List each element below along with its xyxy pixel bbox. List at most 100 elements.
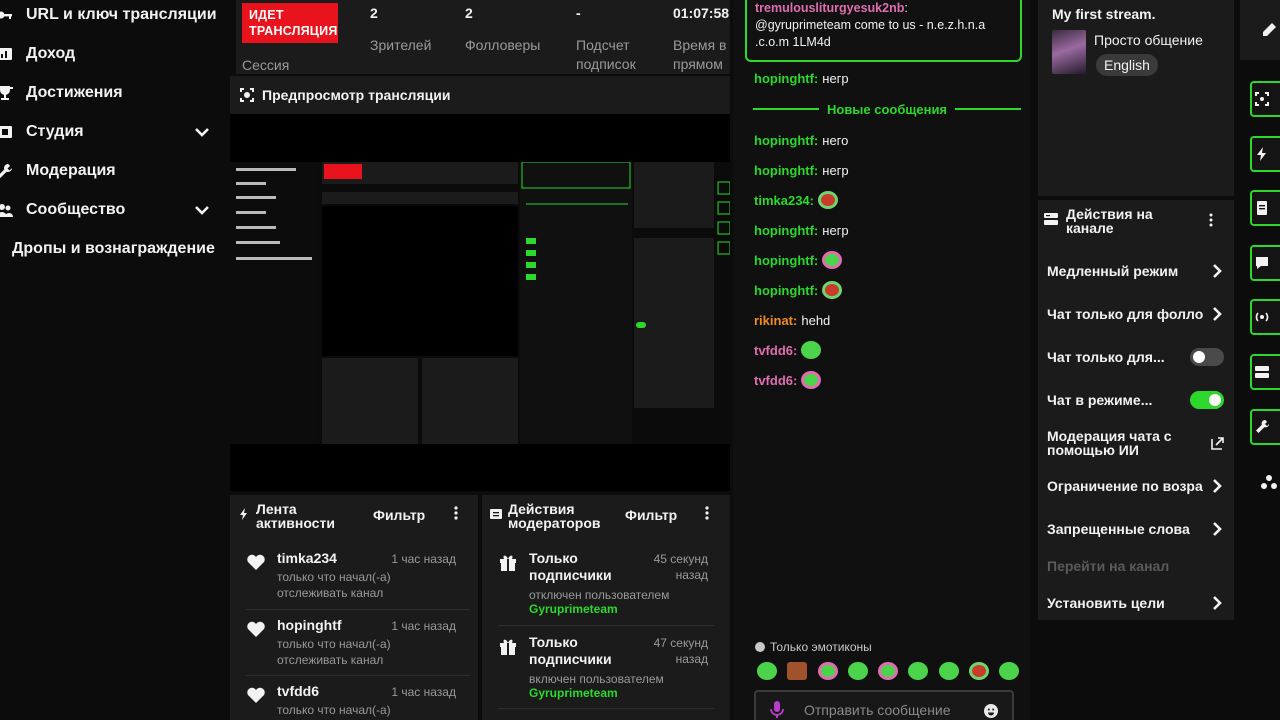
chat-username[interactable]: tvfdd6: bbox=[754, 373, 797, 388]
activity-time: 1 час назад bbox=[391, 685, 456, 699]
chat-input[interactable]: Отправить сообщение bbox=[754, 690, 1014, 720]
chat-text: него bbox=[822, 132, 849, 148]
chat-username[interactable]: hopinghtf: bbox=[754, 283, 818, 298]
emote-red bbox=[818, 191, 838, 209]
sidebar-item-revenue[interactable]: Доход bbox=[0, 39, 222, 69]
divider bbox=[246, 609, 470, 610]
quick-chat-button[interactable] bbox=[1250, 245, 1280, 281]
chat-username[interactable]: hopinghtf: bbox=[754, 133, 818, 148]
new-messages-divider: Новые сообщения bbox=[753, 101, 1022, 117]
age-restriction-row[interactable]: Ограничение по возрасту bbox=[1047, 479, 1203, 494]
community-icon[interactable] bbox=[1258, 464, 1280, 500]
language-tag: English bbox=[1096, 54, 1158, 76]
quick-channel-actions-button[interactable] bbox=[1250, 354, 1280, 390]
emote-mode-toggle[interactable] bbox=[1190, 391, 1224, 409]
activity-item[interactable]: hopinghtf 1 час назад только что начал(-… bbox=[238, 617, 470, 667]
mod-action-item[interactable]: Только подписчики 47 секунд назад включе… bbox=[490, 634, 722, 704]
chat-message: tvfdd6: bbox=[754, 339, 822, 361]
more-vertical-icon[interactable] bbox=[449, 504, 463, 522]
chat-username[interactable]: hopinghtf: bbox=[754, 253, 818, 268]
pinned-message[interactable]: tremulousliturgyesuk2nb: @gyruprimeteam … bbox=[745, 0, 1022, 62]
emote-button[interactable] bbox=[787, 662, 808, 680]
wrench-icon bbox=[1256, 420, 1269, 433]
sidebar-item-moderation[interactable]: Модерация bbox=[0, 156, 222, 186]
studio-icon bbox=[0, 121, 16, 143]
chart-bar-icon bbox=[0, 43, 16, 65]
more-vertical-icon[interactable] bbox=[1206, 212, 1216, 228]
sidebar-item-label: Доход bbox=[26, 45, 76, 62]
emote-button[interactable] bbox=[878, 662, 898, 680]
emote-button[interactable] bbox=[908, 662, 929, 680]
heart-icon bbox=[246, 685, 266, 705]
activity-item[interactable]: tvfdd6 1 час назад только что начал(-а) bbox=[238, 683, 470, 720]
quick-preview-button[interactable] bbox=[1250, 81, 1280, 117]
stream-preview: Предпросмотр трансляции bbox=[230, 76, 730, 491]
mod-actions-filter-button[interactable]: Фильтр bbox=[625, 507, 677, 523]
activity-item[interactable]: timka234 1 час назад только что начал(-а… bbox=[238, 550, 470, 600]
mod-action-name: Только подписчики bbox=[529, 634, 612, 667]
emote-button[interactable] bbox=[999, 662, 1019, 680]
stream-info-panel[interactable]: My first stream. Просто общение English bbox=[1038, 0, 1234, 196]
chevron-right-icon[interactable] bbox=[1210, 521, 1224, 537]
chevron-right-icon[interactable] bbox=[1210, 263, 1224, 279]
emote-button[interactable] bbox=[817, 662, 838, 680]
sidebar-item-achievements[interactable]: Достижения bbox=[0, 78, 222, 108]
live-badge: ИДЕТ ТРАНСЛЯЦИЯ bbox=[242, 3, 338, 43]
more-vertical-icon[interactable] bbox=[700, 504, 714, 522]
followers-only-row[interactable]: Чат только для фолловеров bbox=[1047, 307, 1203, 322]
sidebar-item-studio[interactable]: Студия bbox=[0, 117, 222, 147]
ai-moderation-row[interactable]: Модерация чата с помощью ИИ bbox=[1047, 429, 1187, 457]
sidebar-item-drops[interactable]: Дропы и вознаграждение bbox=[12, 234, 234, 264]
chevron-right-icon[interactable] bbox=[1210, 306, 1224, 322]
activity-feed-panel: Лента активности Фильтр timka234 1 час н… bbox=[230, 495, 478, 720]
chat-panel: tremulousliturgyesuk2nb: @gyruprimeteam … bbox=[733, 0, 1030, 720]
sidebar-item-label: Дропы и вознаграждение bbox=[12, 240, 215, 257]
quick-moderation-button[interactable] bbox=[1250, 409, 1280, 445]
chat-username[interactable]: hopinghtf: bbox=[754, 223, 818, 238]
sidebar-item-community[interactable]: Сообщество bbox=[0, 195, 222, 225]
chat-username[interactable]: hopinghtf: bbox=[754, 163, 818, 178]
chat-message: rikinat: hehd bbox=[754, 309, 830, 331]
emote-green bbox=[801, 341, 822, 359]
subscribers-only-toggle[interactable] bbox=[1190, 348, 1224, 366]
preview-video[interactable] bbox=[230, 162, 730, 444]
quick-notes-button[interactable] bbox=[1250, 190, 1280, 226]
preview-header: Предпросмотр трансляции bbox=[230, 76, 730, 114]
go-to-channel-row: Перейти на канал bbox=[1047, 559, 1170, 574]
banned-words-row[interactable]: Запрещенные слова bbox=[1047, 522, 1227, 537]
chevron-right-icon[interactable] bbox=[1210, 478, 1224, 494]
chat-bubble-icon bbox=[1256, 257, 1268, 269]
chat-message: timka234: bbox=[754, 189, 838, 211]
emote-button[interactable] bbox=[757, 662, 777, 680]
chevron-down-icon[interactable] bbox=[194, 202, 210, 218]
sidebar: URL и ключ трансляции Доход Достижения С… bbox=[0, 0, 228, 720]
microphone-icon[interactable] bbox=[770, 701, 784, 719]
chevron-right-icon[interactable] bbox=[1210, 595, 1224, 611]
mod-action-desc: отключен пользователем bbox=[529, 588, 670, 602]
external-link-icon[interactable] bbox=[1210, 435, 1224, 451]
emoji-icon[interactable] bbox=[984, 704, 998, 718]
chevron-down-icon[interactable] bbox=[194, 124, 210, 140]
mod-action-item[interactable]: Только подписчики 45 секунд назад отключ… bbox=[490, 550, 722, 620]
quick-activity-button[interactable] bbox=[1250, 136, 1280, 172]
emote-button[interactable] bbox=[938, 662, 959, 680]
activity-filter-button[interactable]: Фильтр bbox=[373, 507, 425, 523]
pencil-icon[interactable] bbox=[1258, 12, 1280, 48]
sidebar-item-stream-key[interactable]: URL и ключ трансляции bbox=[0, 0, 222, 30]
quick-broadcast-button[interactable] bbox=[1250, 299, 1280, 335]
emote-button[interactable] bbox=[968, 662, 989, 680]
slow-mode-row[interactable]: Медленный режим bbox=[1047, 264, 1227, 279]
chat-username[interactable]: tvfdd6: bbox=[754, 343, 797, 358]
set-goals-row[interactable]: Установить цели bbox=[1047, 596, 1227, 611]
emote-button[interactable] bbox=[847, 662, 868, 680]
chat-username[interactable]: rikinat: bbox=[754, 313, 797, 328]
divider bbox=[498, 708, 714, 709]
mod-action-user[interactable]: Gyruprimeteam bbox=[529, 686, 618, 700]
pinned-user[interactable]: tremulousliturgyesuk2nb bbox=[755, 1, 904, 15]
mod-actions-title: Действия модераторов bbox=[508, 501, 601, 531]
mod-action-user[interactable]: Gyruprimeteam bbox=[529, 602, 618, 616]
chat-username[interactable]: hopinghtf: bbox=[754, 71, 818, 86]
chat-username[interactable]: timka234: bbox=[754, 193, 814, 208]
smile-icon bbox=[755, 642, 765, 652]
lightning-icon bbox=[1257, 147, 1266, 161]
